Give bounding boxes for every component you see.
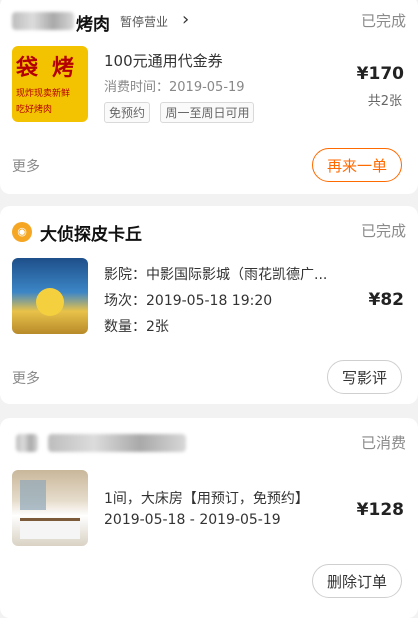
stay-dates: 2019-05-18 - 2019-05-19: [104, 512, 281, 528]
chevron-right-icon[interactable]: ›: [182, 9, 189, 30]
blurred-shop-icon: [16, 434, 38, 452]
order-quantity: 共2张: [367, 94, 402, 109]
order-status: 已完成: [360, 12, 406, 30]
consume-time: 消费时间：2019-05-19: [104, 80, 245, 95]
cinema-name: 影院：中影国际影城（雨花凯德广...: [104, 267, 328, 283]
order-card-2[interactable]: ◉ 大侦探皮卡丘 已完成 影院：中影国际影城（雨花凯德广... 场次：2019-…: [0, 206, 418, 404]
tag-available-days: 周一至周日可用: [160, 102, 255, 123]
shop-header[interactable]: 已消费: [12, 432, 406, 456]
delete-order-button[interactable]: 删除订单: [311, 564, 402, 598]
shop-name: 烤肉: [76, 15, 110, 35]
room-window: [20, 480, 46, 510]
order-card-1[interactable]: 烤肉 暂停营业 › 已完成 袋 烤 现炸现卖新鲜 吃好烤肉 100元通用代金券 …: [0, 0, 418, 194]
order-card-3[interactable]: 已消费 1间，大床房【用预订，免预约】 2019-05-18 - 2019-05…: [0, 418, 418, 618]
order-status: 已消费: [360, 434, 406, 452]
order-status: 已完成: [360, 222, 406, 240]
write-review-button[interactable]: 写影评: [326, 360, 402, 394]
movie-poster[interactable]: [12, 258, 88, 334]
order-price: ¥82: [368, 290, 405, 310]
movie-badge-icon: ◉: [12, 222, 32, 242]
room-info: 1间，大床房【用预订，免预约】: [104, 491, 309, 507]
shop-header[interactable]: ◉ 大侦探皮卡丘 已完成: [12, 220, 406, 245]
hotel-room-photo[interactable]: [12, 470, 88, 546]
blurred-shop-prefix: [12, 12, 74, 30]
thumb-text-2: 烤: [52, 56, 75, 81]
shop-status-tag: 暂停营业: [120, 15, 169, 29]
poster-character: [36, 288, 64, 316]
thumb-text-1: 袋: [16, 56, 39, 81]
ticket-count: 数量：2张: [104, 319, 169, 335]
blurred-shop-name: [48, 434, 186, 452]
order-price: ¥128: [356, 500, 404, 520]
shop-header[interactable]: 烤肉 暂停营业 › 已完成: [12, 9, 406, 35]
thumb-text-3: 现炸现卖新鲜: [16, 89, 71, 99]
thumb-text-4: 吃好烤肉: [16, 105, 53, 115]
order-price: ¥170: [356, 64, 404, 84]
movie-title: 大侦探皮卡丘: [40, 225, 142, 245]
reorder-button[interactable]: 再来一单: [311, 148, 402, 182]
more-link[interactable]: 更多: [12, 368, 40, 388]
room-bed: [20, 518, 80, 539]
tag-list: 免预约 周一至周日可用: [104, 102, 260, 123]
product-title: 100元通用代金券: [104, 52, 223, 70]
tag-no-reservation: 免预约: [104, 102, 151, 123]
more-link[interactable]: 更多: [12, 156, 40, 176]
product-thumbnail[interactable]: 袋 烤 现炸现卖新鲜 吃好烤肉: [12, 46, 88, 122]
session-time: 场次：2019-05-18 19:20: [104, 293, 273, 309]
